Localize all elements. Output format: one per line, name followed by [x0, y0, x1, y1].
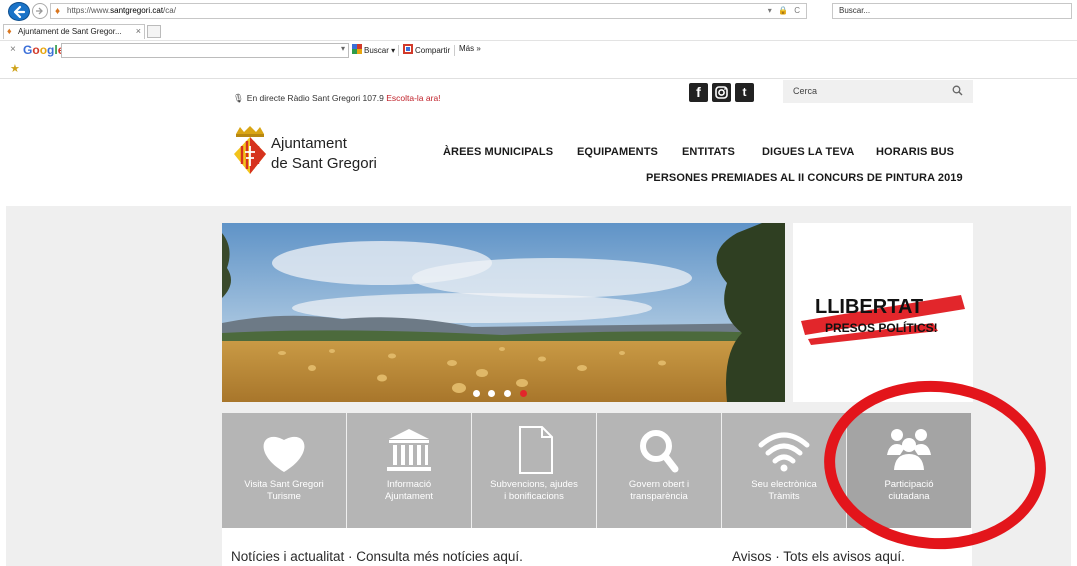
- lock-refresh-icons[interactable]: ▾ 🔒 C: [768, 6, 802, 15]
- nav-equipaments[interactable]: EQUIPAMENTS: [577, 146, 658, 158]
- tab-favicon: ♦: [7, 26, 12, 36]
- notices-heading-link[interactable]: Avisos · Tots els avisos aquí.: [732, 549, 905, 564]
- tile-label: Visita Sant Gregori Turisme: [244, 479, 324, 502]
- tile-subvencions[interactable]: Subvencions, ajudes i bonificacions: [472, 413, 596, 528]
- logo-text-line2: de Sant Gregori: [271, 155, 377, 172]
- document-icon: [519, 426, 553, 474]
- tab-ajuntament[interactable]: ♦ Ajuntament de Sant Gregor... ×: [3, 24, 145, 39]
- slider-dot-2[interactable]: [488, 390, 495, 397]
- address-bar[interactable]: ♦ https://www.santgregori.cat/ca/ ▾ 🔒 C: [50, 3, 807, 19]
- web-page: 🎙 En directe Ràdio Sant Gregori 107.9 Esc…: [0, 80, 1077, 566]
- slider-photo: [222, 223, 785, 402]
- logo-text-line1: Ajuntament: [271, 135, 347, 152]
- browser-search-input[interactable]: Buscar...: [832, 3, 1072, 19]
- separator: [398, 45, 399, 56]
- google-search-icon: [352, 44, 362, 54]
- facebook-icon[interactable]: f: [689, 83, 708, 102]
- building-icon: [387, 429, 431, 471]
- back-button[interactable]: [8, 2, 30, 21]
- new-tab-button[interactable]: [147, 25, 161, 38]
- instagram-glyph-icon: [715, 86, 728, 99]
- tile-label: Informació Ajuntament: [384, 479, 434, 502]
- site-favicon: ♦: [55, 6, 61, 17]
- tile-label: Govern obert i transparència: [628, 479, 690, 502]
- slider-dot-1[interactable]: [473, 390, 480, 397]
- llibertat-banner[interactable]: LLIBERTAT PRESOS POLÍTICS!: [793, 223, 973, 402]
- wifi-icon: [758, 432, 810, 472]
- share-icon: [403, 44, 413, 54]
- tab-strip: ♦ Ajuntament de Sant Gregor... ×: [0, 23, 1077, 39]
- slider-dot-4[interactable]: [520, 390, 527, 397]
- nav-entitats[interactable]: ENTITATS: [682, 146, 735, 158]
- news-heading-link[interactable]: Notícies i actualitat · Consulta més not…: [231, 549, 523, 564]
- chevron-down-icon[interactable]: ▾: [341, 44, 345, 53]
- google-toolbar: × Google ▾ Buscar ▾ Compartir Más »: [0, 40, 1077, 59]
- site-search-placeholder: Cerca: [793, 86, 818, 96]
- forward-arrow-icon: [36, 7, 43, 15]
- heart-icon: [263, 436, 305, 472]
- tile-label: Seu electrònica Tràmits: [751, 479, 817, 502]
- google-search-input[interactable]: [61, 43, 349, 58]
- banner-line2: PRESOS POLÍTICS!: [825, 320, 938, 335]
- microphone-icon: 🎙: [233, 93, 244, 103]
- slider-dot-3[interactable]: [504, 390, 511, 397]
- browser-chrome: ♦ https://www.santgregori.cat/ca/ ▾ 🔒 C …: [0, 0, 1077, 80]
- nav-horaris-bus[interactable]: HORARIS BUS: [876, 146, 954, 158]
- back-arrow-icon: [13, 5, 26, 19]
- more-button[interactable]: Más »: [459, 44, 481, 53]
- instagram-icon[interactable]: [712, 83, 731, 102]
- twitter-icon[interactable]: t: [735, 83, 754, 102]
- people-icon: [887, 429, 931, 470]
- google-search-button[interactable]: Buscar ▾: [352, 44, 395, 55]
- favorites-star-icon[interactable]: ★: [10, 62, 20, 75]
- nav-persones-premiades[interactable]: PERSONES PREMIADES AL II CONCURS DE PINT…: [646, 172, 963, 184]
- banner-line1: LLIBERTAT: [815, 296, 923, 318]
- tile-label: Subvencions, ajudes i bonificacions: [490, 479, 578, 502]
- news-section: Notícies i actualitat · Consulta més not…: [222, 528, 972, 566]
- coat-of-arms-icon: [234, 126, 266, 174]
- radio-listen-link[interactable]: Escolta-la ara!: [386, 93, 440, 103]
- tile-informacio-ajuntament[interactable]: Informació Ajuntament: [347, 413, 471, 528]
- nav-digues-la-teva[interactable]: DIGUES LA TEVA: [762, 146, 854, 158]
- share-button[interactable]: Compartir: [403, 44, 450, 55]
- site-search-input[interactable]: Cerca: [783, 80, 973, 103]
- tab-close-icon[interactable]: ×: [136, 26, 141, 36]
- tile-visita-sant-gregori[interactable]: Visita Sant Gregori Turisme: [222, 413, 346, 528]
- url-text: https://www.santgregori.cat/ca/: [67, 6, 176, 15]
- toolbar-close-icon[interactable]: ×: [10, 44, 16, 55]
- tile-govern-obert[interactable]: Govern obert i transparència: [597, 413, 721, 528]
- tile-label: Participació ciutadana: [884, 479, 934, 502]
- favorites-bar: ★: [0, 60, 1077, 79]
- radio-banner: 🎙 En directe Ràdio Sant Gregori 107.9 Esc…: [233, 93, 441, 103]
- hero-slider[interactable]: [222, 223, 785, 402]
- forward-button[interactable]: [32, 3, 48, 19]
- llibertat-banner-art: LLIBERTAT PRESOS POLÍTICS!: [801, 295, 965, 345]
- browser-search-placeholder: Buscar...: [839, 6, 871, 15]
- separator: [454, 45, 455, 56]
- search-icon[interactable]: [952, 85, 963, 96]
- magnifier-icon: [640, 430, 679, 473]
- tile-participacio-ciutadana[interactable]: Participació ciutadana: [847, 413, 971, 528]
- nav-arees-municipals[interactable]: ÀREES MUNICIPALS: [443, 146, 553, 158]
- google-logo: Google: [23, 43, 64, 57]
- tile-seu-electronica[interactable]: Seu electrònica Tràmits: [722, 413, 846, 528]
- tab-title: Ajuntament de Sant Gregor...: [18, 27, 122, 36]
- quick-access-tiles: Visita Sant Gregori Turisme Informació Aju…: [222, 413, 972, 528]
- address-row: ♦ https://www.santgregori.cat/ca/ ▾ 🔒 C …: [0, 0, 1077, 22]
